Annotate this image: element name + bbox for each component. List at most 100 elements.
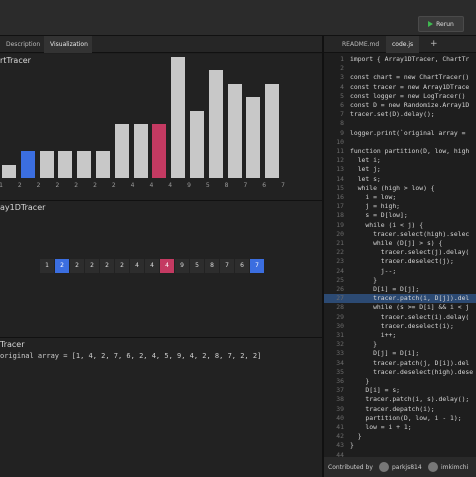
code-line[interactable]: 29 tracer.select(i).delay( [324,313,476,322]
code-line[interactable]: 36 } [324,377,476,386]
code-line[interactable]: 38 tracer.patch(i, s).delay(); [324,395,476,404]
code-editor[interactable]: 1 import { Array1DTracer, ChartTr 2 3 const … [324,53,476,457]
line-number: 1 [340,55,344,63]
code-line[interactable]: 9 logger.print(`original array = [324,129,476,138]
code-line[interactable]: 3 const chart = new ChartTracer() [324,73,476,82]
code-text: const logger = new LogTracer() [350,91,466,100]
line-number: 30 [336,321,344,330]
x-tick-label: 4 [149,182,154,189]
code-line[interactable]: 28 while (s >= D[i] && i < j [324,303,476,312]
array-tracer-title: ay1DTracer [0,203,46,212]
tab-code-js[interactable]: code.js [386,36,420,53]
chart-bar [208,70,223,178]
code-text: const D = new Randomize.Array1D [350,101,470,109]
chart-tracer-title: rtTracer [0,56,31,65]
code-line[interactable]: 25 } [324,276,476,285]
code-text: tracer.select(i).delay( [350,312,470,321]
code-text: D[i] = s; [350,386,401,395]
code-line[interactable]: 17 j = high; [324,202,476,211]
chart-bar [265,83,280,178]
chart-bar [20,151,35,178]
line-number: 3 [340,73,344,82]
code-text: while (D[j] > s) { [350,239,443,247]
line-number: 22 [336,248,344,257]
code-text: tracer.set(D).delay(); [350,110,435,119]
tab-visualization[interactable]: Visualization [44,36,92,53]
line-number: 26 [336,285,344,293]
code-line[interactable]: 37 D[i] = s; [324,386,476,395]
code-line[interactable]: 31 i++; [324,331,476,340]
code-line[interactable]: 15 while (high > low) { [324,184,476,193]
code-line[interactable]: 30 tracer.deselect(i); [324,322,476,331]
code-line[interactable]: 27 tracer.patch(i, D[j]).del [324,294,476,304]
code-line[interactable]: 19 while (i < j) { [324,221,476,230]
contributor-link[interactable]: parkjs814 [392,464,422,471]
tab-description[interactable]: Description [0,36,44,53]
code-line[interactable]: 42 } [324,432,476,441]
code-line[interactable]: 23 tracer.deselect(j); [324,257,476,266]
contributor-link[interactable]: imkimchi [441,464,468,471]
code-text: D[i] = D[j]; [350,285,420,293]
code-line[interactable]: 10 [324,138,476,147]
code-line[interactable]: 32 } [324,340,476,349]
code-text: tracer.depatch(i); [350,404,435,413]
x-tick-label: 2 [36,182,41,189]
top-toolbar: Rerun [0,0,476,36]
code-line[interactable]: 4 const tracer = new Array1DTrace [324,83,476,92]
line-number: 11 [336,147,344,155]
array-cell: 2 [70,259,84,273]
code-line[interactable]: 7 tracer.set(D).delay(); [324,110,476,119]
code-text: } [350,441,354,450]
editor-tabbar: README.md code.js + [324,36,476,53]
x-tick-label: 2 [55,182,60,189]
line-number: 10 [336,137,344,146]
code-line[interactable]: 18 s = D[low]; [324,211,476,220]
line-number: 17 [336,202,344,211]
chart-bar [190,110,204,178]
code-line[interactable]: 40 partition(D, low, i - 1); [324,414,476,423]
line-number: 6 [340,101,344,109]
code-line[interactable]: 26 D[i] = D[j]; [324,285,476,294]
contributed-by-label: Contributed by [328,464,373,471]
line-number: 24 [336,266,344,275]
line-number: 40 [336,413,344,422]
code-line[interactable]: 14 let s; [324,175,476,184]
add-tab-button[interactable]: + [424,36,444,53]
code-text: function partition(D, low, high [350,147,470,155]
code-line[interactable]: 5 const logger = new LogTracer() [324,92,476,101]
code-text: low = i + 1; [350,423,412,431]
chart-bar [58,151,73,178]
line-number: 39 [336,404,344,413]
chart-bar [39,151,54,178]
code-line[interactable]: 16 i = low; [324,193,476,202]
code-line[interactable]: 24 j--; [324,267,476,276]
code-line[interactable]: 21 while (D[j] > s) { [324,239,476,248]
code-text: D[j] = D[i]; [350,349,420,358]
code-line[interactable]: 13 let j; [324,165,476,174]
code-text: i++; [350,331,397,339]
code-line[interactable]: 35 tracer.deselect(high).dese [324,368,476,377]
code-line[interactable]: 20 tracer.select(high).selec [324,230,476,239]
code-line[interactable]: 39 tracer.depatch(i); [324,405,476,414]
code-line[interactable]: 2 [324,64,476,73]
x-tick-label: 5 [205,182,210,189]
code-line[interactable]: 12 let i; [324,156,476,165]
code-line[interactable]: 34 tracer.patch(j, D[i]).del [324,359,476,368]
x-tick-label: 4 [130,182,135,189]
code-line[interactable]: 22 tracer.select(j).delay( [324,248,476,257]
line-number: 13 [336,165,344,174]
rerun-button[interactable]: Rerun [418,16,464,32]
array-cell: 4 [130,259,144,273]
code-line[interactable]: 1 import { Array1DTracer, ChartTr [324,55,476,64]
code-text: while (s >= D[i] && i < j [350,303,470,312]
code-line[interactable]: 11 function partition(D, low, high [324,147,476,156]
visualization-tabbar: Description Visualization [0,36,322,53]
code-line[interactable]: 41 low = i + 1; [324,423,476,432]
tab-readme[interactable]: README.md [336,36,385,53]
code-line[interactable]: 8 [324,119,476,128]
code-line[interactable]: 6 const D = new Randomize.Array1D [324,101,476,110]
chart-bar [171,56,186,178]
code-line[interactable]: 43} [324,441,476,450]
code-text: tracer.deselect(j); [350,257,454,266]
code-line[interactable]: 33 D[j] = D[i]; [324,349,476,358]
